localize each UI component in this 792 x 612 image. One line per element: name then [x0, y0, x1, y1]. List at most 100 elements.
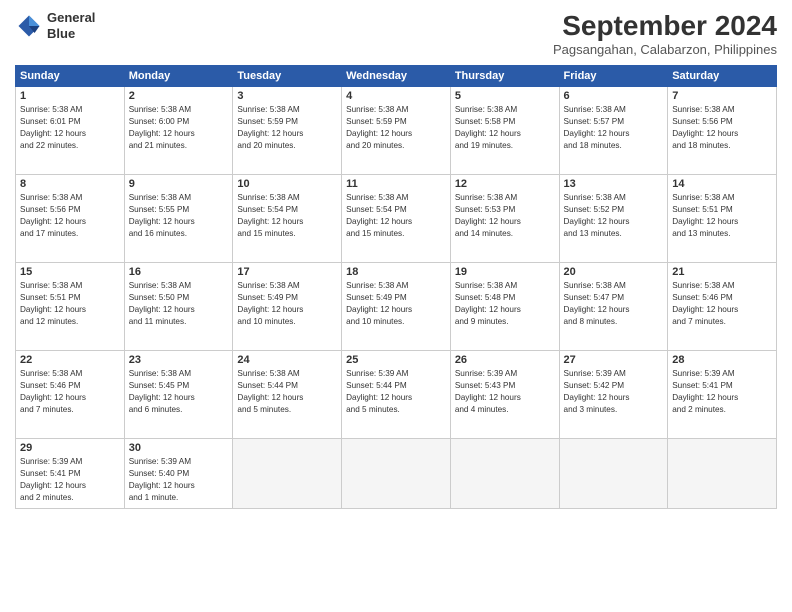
day-info: Sunrise: 5:38 AM Sunset: 5:49 PM Dayligh… — [237, 280, 337, 328]
day-cell: 21 Sunrise: 5:38 AM Sunset: 5:46 PM Dayli… — [668, 263, 777, 351]
day-cell: 14Sunrise: 5:38 AM Sunset: 5:51 PM Dayli… — [668, 175, 777, 263]
day-info: Sunrise: 5:38 AM Sunset: 5:46 PM Dayligh… — [20, 368, 120, 416]
day-number: 12 — [455, 178, 555, 190]
day-info: Sunrise: 5:39 AM Sunset: 5:41 PM Dayligh… — [672, 368, 772, 416]
day-cell: 4 Sunrise: 5:38 AM Sunset: 5:59 PM Daylig… — [342, 87, 451, 175]
day-number: 13 — [564, 178, 664, 190]
col-header-tuesday: Tuesday — [233, 66, 342, 87]
day-info: Sunrise: 5:38 AM Sunset: 5:45 PM Dayligh… — [129, 368, 229, 416]
day-info: Sunrise: 5:38 AM Sunset: 5:46 PM Dayligh… — [672, 280, 772, 328]
header: General Blue September 2024 Pagsangahan,… — [15, 10, 777, 57]
day-number: 4 — [346, 90, 446, 102]
day-cell: 24 Sunrise: 5:38 AM Sunset: 5:44 PM Dayli… — [233, 351, 342, 439]
logo-line2: Blue — [47, 26, 95, 42]
day-cell: 3 Sunrise: 5:38 AM Sunset: 5:59 PM Daylig… — [233, 87, 342, 175]
day-cell: 29 Sunrise: 5:39 AM Sunset: 5:41 PM Dayli… — [16, 439, 125, 509]
day-number: 27 — [564, 354, 664, 366]
day-number: 29 — [20, 442, 120, 454]
general-blue-logo-icon — [15, 12, 43, 40]
day-number: 18 — [346, 266, 446, 278]
day-cell: 13 Sunrise: 5:38 AM Sunset: 5:52 PM Dayli… — [559, 175, 668, 263]
week-row-0: 1Sunrise: 5:38 AM Sunset: 6:01 PM Daylig… — [16, 87, 777, 175]
day-info: Sunrise: 5:38 AM Sunset: 5:51 PM Dayligh… — [672, 192, 772, 240]
title-section: September 2024 Pagsangahan, Calabarzon, … — [553, 10, 777, 57]
month-title: September 2024 — [553, 10, 777, 42]
day-cell: 18 Sunrise: 5:38 AM Sunset: 5:49 PM Dayli… — [342, 263, 451, 351]
day-number: 2 — [129, 90, 229, 102]
day-number: 3 — [237, 90, 337, 102]
day-cell: 9Sunrise: 5:38 AM Sunset: 5:55 PM Daylig… — [124, 175, 233, 263]
day-info: Sunrise: 5:39 AM Sunset: 5:41 PM Dayligh… — [20, 456, 120, 504]
week-row-3: 22Sunrise: 5:38 AM Sunset: 5:46 PM Dayli… — [16, 351, 777, 439]
day-number: 25 — [346, 354, 446, 366]
week-row-1: 8 Sunrise: 5:38 AM Sunset: 5:56 PM Daylig… — [16, 175, 777, 263]
day-number: 24 — [237, 354, 337, 366]
day-number: 15 — [20, 266, 120, 278]
day-info: Sunrise: 5:39 AM Sunset: 5:42 PM Dayligh… — [564, 368, 664, 416]
day-number: 11 — [346, 178, 446, 190]
day-info: Sunrise: 5:39 AM Sunset: 5:40 PM Dayligh… — [129, 456, 229, 504]
day-info: Sunrise: 5:38 AM Sunset: 5:44 PM Dayligh… — [237, 368, 337, 416]
day-cell: 26 Sunrise: 5:39 AM Sunset: 5:43 PM Dayli… — [450, 351, 559, 439]
day-number: 20 — [564, 266, 664, 278]
col-header-monday: Monday — [124, 66, 233, 87]
col-header-thursday: Thursday — [450, 66, 559, 87]
day-info: Sunrise: 5:38 AM Sunset: 5:58 PM Dayligh… — [455, 104, 555, 152]
logo-text: General Blue — [47, 10, 95, 41]
page: General Blue September 2024 Pagsangahan,… — [0, 0, 792, 612]
week-row-4: 29 Sunrise: 5:39 AM Sunset: 5:41 PM Dayli… — [16, 439, 777, 509]
logo: General Blue — [15, 10, 95, 41]
day-cell: 12Sunrise: 5:38 AM Sunset: 5:53 PM Dayli… — [450, 175, 559, 263]
day-number: 6 — [564, 90, 664, 102]
day-cell — [559, 439, 668, 509]
logo-line1: General — [47, 10, 95, 26]
day-info: Sunrise: 5:38 AM Sunset: 5:56 PM Dayligh… — [672, 104, 772, 152]
day-cell: 1Sunrise: 5:38 AM Sunset: 6:01 PM Daylig… — [16, 87, 125, 175]
day-cell: 25 Sunrise: 5:39 AM Sunset: 5:44 PM Dayli… — [342, 351, 451, 439]
day-info: Sunrise: 5:39 AM Sunset: 5:44 PM Dayligh… — [346, 368, 446, 416]
day-cell: 17Sunrise: 5:38 AM Sunset: 5:49 PM Dayli… — [233, 263, 342, 351]
day-cell: 7Sunrise: 5:38 AM Sunset: 5:56 PM Daylig… — [668, 87, 777, 175]
col-header-friday: Friday — [559, 66, 668, 87]
day-number: 21 — [672, 266, 772, 278]
day-number: 26 — [455, 354, 555, 366]
day-cell — [233, 439, 342, 509]
day-cell: 28 Sunrise: 5:39 AM Sunset: 5:41 PM Dayli… — [668, 351, 777, 439]
day-cell: 22Sunrise: 5:38 AM Sunset: 5:46 PM Dayli… — [16, 351, 125, 439]
day-info: Sunrise: 5:38 AM Sunset: 5:50 PM Dayligh… — [129, 280, 229, 328]
day-info: Sunrise: 5:38 AM Sunset: 5:59 PM Dayligh… — [237, 104, 337, 152]
col-header-sunday: Sunday — [16, 66, 125, 87]
day-cell: 10Sunrise: 5:38 AM Sunset: 5:54 PM Dayli… — [233, 175, 342, 263]
day-cell: 8 Sunrise: 5:38 AM Sunset: 5:56 PM Daylig… — [16, 175, 125, 263]
day-info: Sunrise: 5:38 AM Sunset: 5:48 PM Dayligh… — [455, 280, 555, 328]
day-number: 5 — [455, 90, 555, 102]
day-info: Sunrise: 5:38 AM Sunset: 5:52 PM Dayligh… — [564, 192, 664, 240]
week-row-2: 15 Sunrise: 5:38 AM Sunset: 5:51 PM Dayli… — [16, 263, 777, 351]
day-number: 16 — [129, 266, 229, 278]
day-cell — [668, 439, 777, 509]
day-number: 30 — [129, 442, 229, 454]
day-info: Sunrise: 5:39 AM Sunset: 5:43 PM Dayligh… — [455, 368, 555, 416]
day-cell: 27 Sunrise: 5:39 AM Sunset: 5:42 PM Dayli… — [559, 351, 668, 439]
calendar-table: SundayMondayTuesdayWednesdayThursdayFrid… — [15, 65, 777, 509]
day-info: Sunrise: 5:38 AM Sunset: 6:01 PM Dayligh… — [20, 104, 120, 152]
day-info: Sunrise: 5:38 AM Sunset: 5:59 PM Dayligh… — [346, 104, 446, 152]
day-number: 23 — [129, 354, 229, 366]
day-cell — [342, 439, 451, 509]
day-info: Sunrise: 5:38 AM Sunset: 5:56 PM Dayligh… — [20, 192, 120, 240]
day-cell: 19Sunrise: 5:38 AM Sunset: 5:48 PM Dayli… — [450, 263, 559, 351]
day-number: 8 — [20, 178, 120, 190]
day-info: Sunrise: 5:38 AM Sunset: 5:49 PM Dayligh… — [346, 280, 446, 328]
day-info: Sunrise: 5:38 AM Sunset: 5:55 PM Dayligh… — [129, 192, 229, 240]
day-cell: 30 Sunrise: 5:39 AM Sunset: 5:40 PM Dayli… — [124, 439, 233, 509]
day-info: Sunrise: 5:38 AM Sunset: 5:47 PM Dayligh… — [564, 280, 664, 328]
day-cell — [450, 439, 559, 509]
day-cell: 23 Sunrise: 5:38 AM Sunset: 5:45 PM Dayli… — [124, 351, 233, 439]
day-info: Sunrise: 5:38 AM Sunset: 5:54 PM Dayligh… — [237, 192, 337, 240]
day-cell: 15 Sunrise: 5:38 AM Sunset: 5:51 PM Dayli… — [16, 263, 125, 351]
day-number: 28 — [672, 354, 772, 366]
day-cell: 16 Sunrise: 5:38 AM Sunset: 5:50 PM Dayli… — [124, 263, 233, 351]
day-cell: 6Sunrise: 5:38 AM Sunset: 5:57 PM Daylig… — [559, 87, 668, 175]
day-info: Sunrise: 5:38 AM Sunset: 5:51 PM Dayligh… — [20, 280, 120, 328]
col-header-saturday: Saturday — [668, 66, 777, 87]
